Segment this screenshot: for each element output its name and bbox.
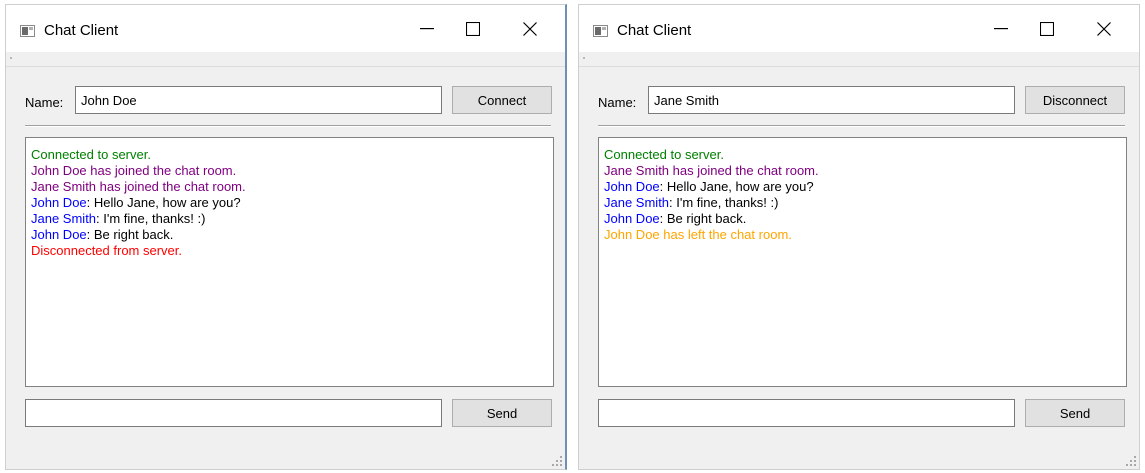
minimize-button[interactable] (978, 5, 1024, 52)
send-button[interactable]: Send (452, 399, 552, 427)
message-text: Connected to server. (604, 147, 724, 162)
chat-message: John Doe: Be right back. (604, 211, 1121, 227)
close-icon (523, 21, 537, 36)
close-icon (1097, 21, 1111, 36)
window-title: Chat Client (44, 22, 119, 39)
chat-message: John Doe: Hello Jane, how are you? (604, 179, 1121, 195)
chat-message: Disconnected from server. (31, 243, 548, 259)
chat-message: John Doe: Hello Jane, how are you? (31, 195, 548, 211)
message-input[interactable] (25, 399, 442, 427)
message-sender: John Doe (31, 227, 87, 242)
maximize-button[interactable] (450, 5, 496, 52)
chat-client-window-jane: Chat Client Name: Disconnect Connected t… (578, 4, 1140, 470)
send-button[interactable]: Send (1025, 399, 1125, 427)
message-text: : I'm fine, thanks! :) (669, 195, 779, 210)
name-label: Name: (598, 95, 637, 110)
separator (598, 125, 1125, 127)
window-title: Chat Client (617, 22, 692, 39)
name-label: Name: (25, 95, 64, 110)
connect-button[interactable]: Connect (452, 86, 552, 114)
menu-strip (6, 52, 565, 67)
chat-message: John Doe has joined the chat room. (31, 163, 548, 179)
title-bar[interactable]: Chat Client (579, 5, 1139, 52)
chat-message: John Doe: Be right back. (31, 227, 548, 243)
message-sender: John Doe (604, 211, 660, 226)
name-input[interactable] (648, 86, 1015, 114)
chat-client-window-john: Chat Client Name: Connect Connected to s… (5, 4, 567, 470)
message-text: John Doe has left the chat room. (604, 227, 792, 242)
minimize-button[interactable] (404, 5, 450, 52)
chat-log[interactable]: Connected to server. John Doe has joined … (25, 137, 554, 387)
message-text: : Be right back. (659, 211, 747, 226)
minimize-icon (420, 27, 434, 29)
chat-message: Connected to server. (31, 147, 548, 163)
message-text: : Hello Jane, how are you? (659, 179, 814, 194)
menu-grip (10, 57, 12, 59)
resize-grip-icon[interactable] (1126, 456, 1136, 466)
resize-grip-icon[interactable] (552, 456, 562, 466)
message-text: Jane Smith has joined the chat room. (604, 163, 819, 178)
message-text: : Hello Jane, how are you? (86, 195, 241, 210)
close-button[interactable] (507, 5, 553, 52)
title-bar[interactable]: Chat Client (6, 5, 565, 52)
message-text: Connected to server. (31, 147, 151, 162)
message-sender: John Doe (604, 179, 660, 194)
message-text: John Doe has joined the chat room. (31, 163, 237, 178)
maximize-icon (466, 21, 480, 36)
chat-message: Jane Smith has joined the chat room. (604, 163, 1121, 179)
chat-message: John Doe has left the chat room. (604, 227, 1121, 243)
maximize-icon (1040, 21, 1054, 36)
message-text: : Be right back. (86, 227, 174, 242)
message-text: Disconnected from server. (31, 243, 183, 258)
message-sender: Jane Smith (604, 195, 670, 210)
app-window-icon (593, 25, 608, 37)
separator (25, 125, 551, 127)
chat-log[interactable]: Connected to server. Jane Smith has joine… (598, 137, 1127, 387)
name-input[interactable] (75, 86, 442, 114)
close-button[interactable] (1081, 5, 1127, 52)
disconnect-button[interactable]: Disconnect (1025, 86, 1125, 114)
minimize-icon (994, 27, 1008, 29)
app-window-icon (20, 25, 35, 37)
chat-message: Jane Smith has joined the chat room. (31, 179, 548, 195)
menu-strip (579, 52, 1139, 67)
message-text: Jane Smith has joined the chat room. (31, 179, 246, 194)
message-text: : I'm fine, thanks! :) (96, 211, 206, 226)
message-sender: John Doe (31, 195, 87, 210)
maximize-button[interactable] (1024, 5, 1070, 52)
message-input[interactable] (598, 399, 1015, 427)
message-sender: Jane Smith (31, 211, 97, 226)
chat-message: Connected to server. (604, 147, 1121, 163)
chat-message: Jane Smith: I'm fine, thanks! :) (604, 195, 1121, 211)
chat-message: Jane Smith: I'm fine, thanks! :) (31, 211, 548, 227)
menu-grip (583, 57, 585, 59)
